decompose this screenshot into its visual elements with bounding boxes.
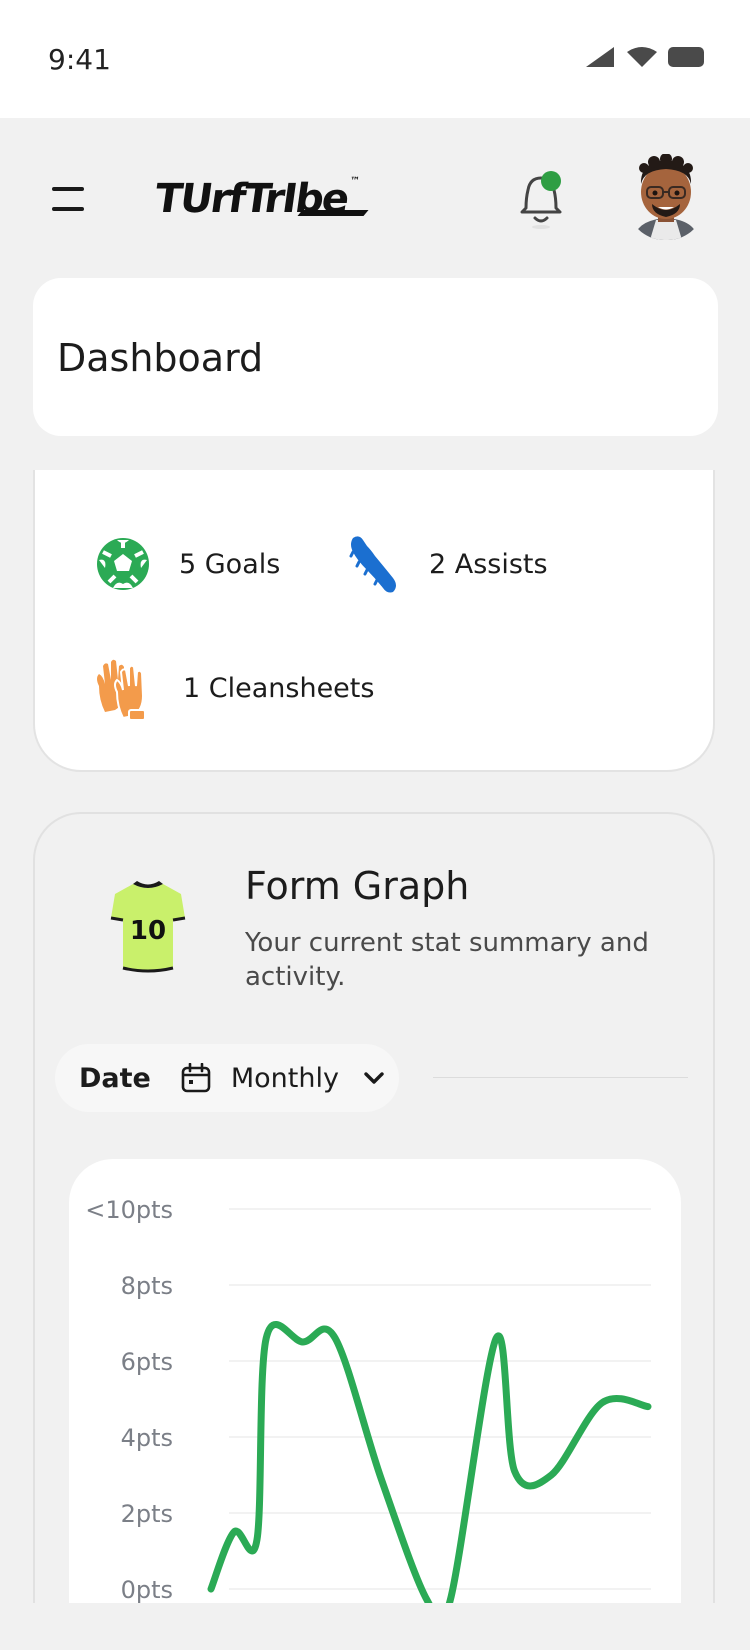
cleansheets-label: 1 Cleansheets [183, 672, 375, 704]
date-filter-dropdown[interactable]: Date Monthly [55, 1044, 399, 1112]
page-title: Dashboard [57, 336, 264, 380]
logo-swoosh [297, 210, 369, 216]
notification-bell-icon[interactable] [516, 168, 566, 230]
calendar-icon [181, 1063, 211, 1093]
cellular-signal-icon [586, 47, 614, 67]
jersey-icon: 10 [110, 881, 186, 973]
y-tick-label: 4pts [121, 1424, 173, 1452]
soccer-ball-icon [97, 538, 149, 590]
y-tick-label: 6pts [121, 1348, 173, 1376]
y-tick-label: 0pts [121, 1576, 173, 1604]
notification-dot [541, 171, 561, 191]
stat-cleansheets: 1 Cleansheets [91, 656, 374, 720]
date-filter-label: Date [79, 1062, 151, 1094]
form-graph-title: Form Graph [245, 864, 470, 908]
stat-assists: 2 Assists [345, 534, 548, 594]
dashboard-card: Dashboard [33, 278, 718, 436]
stat-goals: 5 Goals [95, 536, 280, 592]
battery-icon [668, 47, 704, 67]
form-graph-card: 10 Form Graph Your current stat summary … [33, 812, 715, 1650]
page-bottom [0, 1603, 750, 1650]
goalkeeper-gloves-icon [97, 659, 146, 720]
date-filter-value: Monthly [230, 1062, 339, 1094]
status-bar: 9:41 [0, 0, 750, 118]
form-chart: <10pts 8pts 6pts 4pts 2pts 0pts [69, 1159, 681, 1650]
y-tick-label: 8pts [121, 1272, 173, 1300]
hamburger-menu-icon[interactable] [52, 183, 90, 213]
goals-label: 5 Goals [179, 548, 281, 580]
app-header: TUrfTrIbe™ [0, 118, 750, 268]
jersey-number: 10 [130, 916, 166, 946]
filter-divider [433, 1077, 688, 1078]
status-time: 9:41 [48, 43, 111, 76]
form-series-line [207, 1321, 652, 1629]
assists-label: 2 Assists [429, 548, 548, 580]
y-tick-label: <10pts [85, 1196, 173, 1224]
football-boot-icon [349, 536, 396, 593]
y-tick-label: 2pts [121, 1500, 173, 1528]
form-line-chart: <10pts 8pts 6pts 4pts 2pts 0pts [85, 1196, 652, 1629]
form-graph-subtitle: Your current stat summary and activity. [245, 928, 649, 992]
chevron-down-icon [364, 1072, 384, 1084]
stats-card: 5 Goals 2 Assists 1 Cleansheets [33, 470, 715, 772]
user-avatar[interactable] [628, 154, 704, 240]
status-icons [584, 46, 704, 68]
wifi-icon [627, 47, 657, 67]
